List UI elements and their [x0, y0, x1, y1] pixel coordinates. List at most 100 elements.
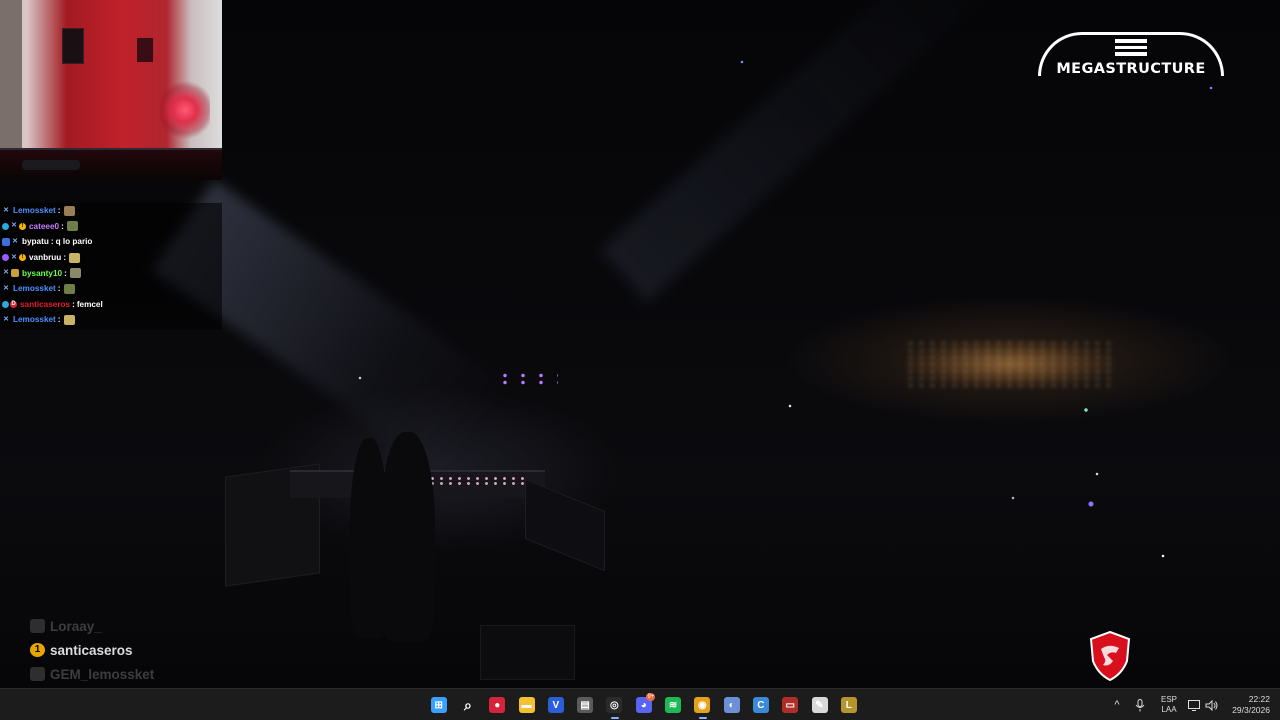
chat-username[interactable]: Lemossket	[13, 206, 56, 215]
webcam-chair	[22, 160, 80, 170]
search-button[interactable]: ⌕	[453, 693, 482, 717]
chat-emote-icon	[69, 252, 81, 263]
language-indicator[interactable]: ESP LAA	[1152, 695, 1186, 715]
mic-icon[interactable]	[1128, 698, 1152, 712]
sword-badge-icon: ✕	[11, 253, 17, 261]
alert-list: Loraay_ 1 santicaseros GEM_lemossket	[30, 614, 200, 686]
chat-separator: :	[50, 237, 54, 247]
sword-badge-icon: ✕	[11, 222, 17, 230]
voicemeeter-icon: ▭	[782, 697, 799, 713]
c-app-icon: C	[752, 697, 769, 713]
chat-separator: :	[57, 284, 61, 294]
alert-name: GEM_lemossket	[50, 666, 155, 682]
taskbar-apps: ⊞ ⌕ ● ▬ V ▤ ◎ ◕ 9+ ≋ ◉ ◐ C ▭ ✎ L	[424, 693, 863, 719]
alert-name: santicaseros	[50, 642, 133, 658]
chat-separator: :	[72, 299, 75, 309]
language-code: ESP	[1160, 695, 1177, 704]
v-app-button[interactable]: V	[541, 693, 570, 717]
chat-username[interactable]: cateee0	[29, 222, 59, 231]
gem-badge-icon	[2, 300, 9, 308]
windows-start-button[interactable]: ⊞	[424, 693, 453, 717]
chat-emote-icon	[63, 205, 75, 216]
keyboard-layout: LAA	[1161, 705, 1177, 714]
display-icon[interactable]	[1186, 699, 1202, 711]
webcam-poster	[62, 28, 84, 64]
gem-purple-badge-icon	[2, 254, 9, 262]
shell-app-button[interactable]: ◐	[717, 693, 746, 717]
chat-message: ✕ bypatu: q lo pario	[0, 234, 222, 250]
voicemeeter-button[interactable]: ▭	[776, 693, 805, 717]
floor-case	[480, 625, 575, 680]
windows-start-icon: ⊞	[430, 697, 447, 713]
obs-icon: ◎	[606, 697, 623, 713]
chat-username[interactable]: bypatu	[22, 237, 49, 246]
tray-overflow-chevron-icon[interactable]: ^	[1106, 699, 1128, 711]
logo-bars	[1115, 39, 1147, 56]
megastructure-logo: MEGASTRUCTURE	[1030, 32, 1232, 82]
red-app-button[interactable]: ●	[483, 693, 512, 717]
chat-emote-icon	[66, 221, 78, 232]
volume-icon[interactable]	[1202, 699, 1220, 711]
file-explorer-icon: ▬	[518, 697, 535, 713]
chat-username[interactable]: bysanty10	[22, 269, 62, 278]
spotify-icon: ≋	[665, 697, 682, 713]
search-icon: ⌕	[464, 696, 472, 713]
sword-badge-icon: ✕	[3, 206, 9, 214]
red-badge-icon: D	[10, 300, 17, 308]
crown-badge-icon	[11, 269, 19, 278]
chat-message: ✕ Lemossket:	[0, 312, 222, 328]
chat-separator: :	[64, 268, 67, 278]
sword-badge-icon: ✕	[3, 284, 9, 292]
sword-badge-icon: ✕	[12, 237, 18, 245]
notepad-icon: ✎	[811, 697, 828, 713]
clock-time: 22:22	[1248, 694, 1270, 704]
system-tray: ^ ESP LAA 22:22 29/3/2026	[1106, 689, 1280, 720]
shell-app-icon: ◐	[723, 697, 740, 713]
coin-badge-icon: !	[19, 222, 26, 230]
chat-username[interactable]: Lemossket	[13, 315, 56, 324]
chat-username[interactable]: Lemossket	[13, 284, 56, 293]
gem-badge-icon	[2, 222, 9, 230]
chat-message: ✕ bysanty10:	[0, 265, 222, 281]
v-app-icon: V	[547, 697, 564, 713]
chat-message: ✕ Lemossket:	[0, 281, 222, 297]
obs-button[interactable]: ◎	[600, 693, 629, 719]
chat-separator: :	[57, 206, 61, 216]
alert-row: Loraay_	[30, 614, 200, 638]
chat-message: ✕ Lemossket:	[0, 203, 222, 219]
notification-badge: 9+	[646, 693, 656, 701]
chat-message: Dsanticaseros: femcel	[0, 297, 222, 313]
chat-username[interactable]: vanbruu	[29, 253, 61, 262]
league-button[interactable]: L	[834, 693, 863, 717]
alert-row: 1 santicaseros	[30, 638, 200, 662]
alert-name: Loraay_	[50, 618, 102, 634]
c-app-button[interactable]: C	[746, 693, 775, 717]
webcam-poster-small	[137, 38, 153, 62]
chat-emote-icon	[69, 268, 81, 279]
chat-overlay: ✕ Lemossket: ✕! cateee0: ✕ bypatu: q lo pario ✕…	[0, 203, 222, 330]
clock[interactable]: 22:22 29/3/2026	[1220, 694, 1280, 716]
store-button[interactable]: ▤	[570, 693, 599, 717]
logo-wordmark: MEGASTRUCTURE	[1056, 61, 1206, 77]
gift-icon	[30, 667, 45, 681]
purple-lights	[496, 372, 558, 386]
chat-separator: :	[63, 253, 67, 263]
notepad-button[interactable]: ✎	[805, 693, 834, 717]
file-explorer-button[interactable]: ▬	[512, 693, 541, 717]
taskbar: ⊞ ⌕ ● ▬ V ▤ ◎ ◕ 9+ ≋ ◉ ◐ C ▭ ✎ L ^ ESP LAA 22:22 29/3/2…	[0, 688, 1280, 720]
webcam-feed	[0, 0, 222, 180]
coin-badge-icon: !	[19, 254, 26, 262]
chat-message: ✕! vanbruu:	[0, 250, 222, 266]
discord-button[interactable]: ◕ 9+	[629, 693, 658, 717]
box-badge-icon	[2, 237, 10, 246]
clock-date: 29/3/2026	[1232, 705, 1270, 715]
gift-icon	[30, 619, 45, 633]
chrome-button[interactable]: ◉	[688, 693, 717, 719]
chat-text: q lo pario	[55, 237, 93, 247]
spotify-button[interactable]: ≋	[658, 693, 687, 717]
chat-emote-icon	[63, 283, 75, 294]
league-icon: L	[840, 697, 857, 713]
chat-username[interactable]: santicaseros	[20, 300, 70, 309]
chat-separator: :	[57, 315, 61, 325]
store-icon: ▤	[577, 697, 594, 713]
